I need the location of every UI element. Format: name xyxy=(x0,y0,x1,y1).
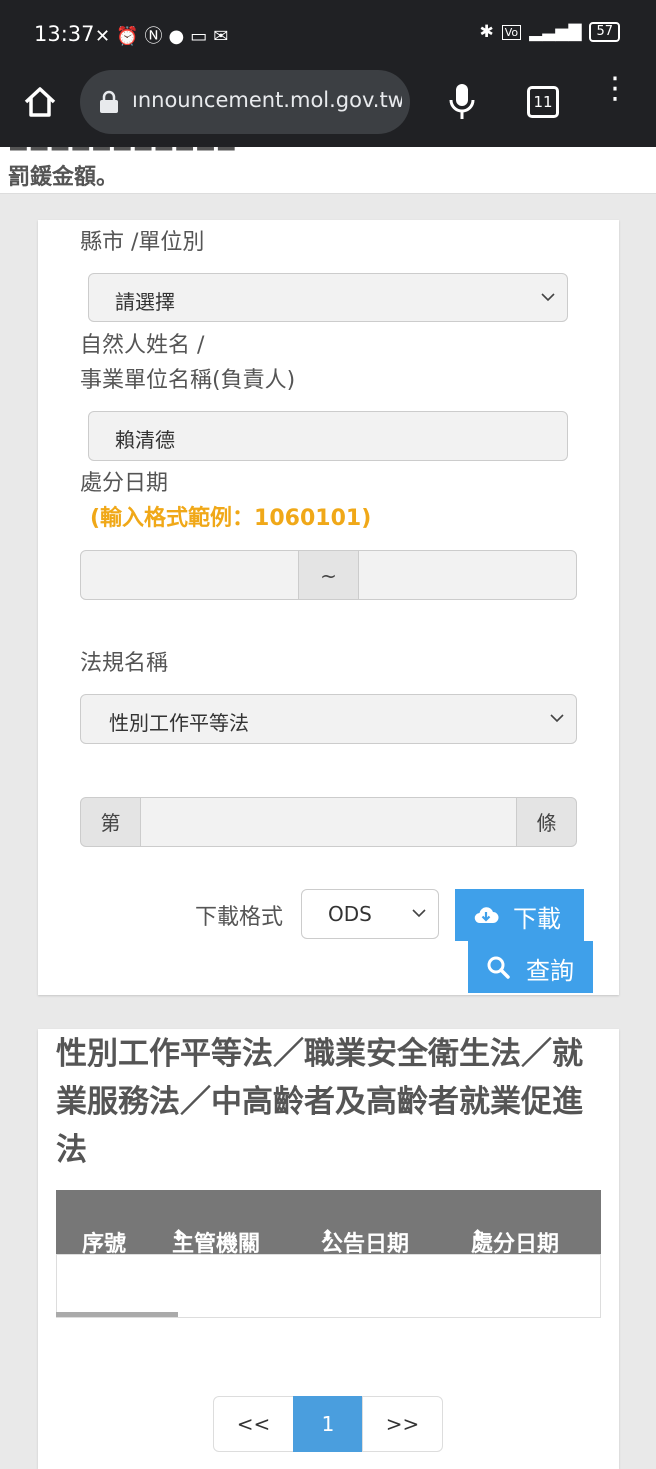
pagination-next[interactable]: >> xyxy=(362,1396,443,1452)
results-table-header: 序號 主管機關 ⬍ 公告日期 ⬍ 處分日期 ⬍ xyxy=(56,1190,601,1257)
volte-icon: Vo xyxy=(501,24,522,40)
status-bar: 13:37 ✕⏰Ⓝ●▭✉ ✱ Vo ▂▃▅▇ 57 xyxy=(0,0,656,70)
law-select[interactable]: 性別工作平等法 xyxy=(80,694,577,744)
date-end-input[interactable] xyxy=(358,550,577,600)
microphone-icon[interactable] xyxy=(448,82,476,122)
chevron-down-icon xyxy=(412,909,426,918)
law-label: 法規名稱 xyxy=(80,651,169,676)
name-label-line2: 事業單位名稱(負責人) xyxy=(80,368,296,393)
county-select[interactable]: 請選擇 xyxy=(88,273,568,322)
tab-switcher-button[interactable]: 11 xyxy=(527,86,559,118)
download-format-label: 下載格式 xyxy=(195,905,284,930)
penalty-amount-text: 罰鍰金額。 xyxy=(8,165,119,190)
search-button[interactable]: 查詢 xyxy=(468,941,593,993)
chevron-down-icon xyxy=(550,714,564,723)
status-time: 13:37 xyxy=(34,22,95,46)
bluetooth-icon: ✱ xyxy=(479,22,494,42)
download-format-select[interactable]: ODS xyxy=(301,889,439,939)
name-input[interactable]: 賴清德 xyxy=(88,411,568,461)
table-horizontal-scrollbar[interactable] xyxy=(56,1312,178,1317)
date-label: 處分日期 xyxy=(80,471,169,496)
cloud-download-icon xyxy=(474,907,499,924)
name-label: 自然人姓名 / xyxy=(80,333,205,358)
date-range-separator: ~ xyxy=(298,550,359,600)
sort-icon: ⬍ xyxy=(321,1226,335,1245)
article-prefix: 第 xyxy=(80,797,141,847)
signal-icon: ▂▃▅▇ xyxy=(529,22,582,42)
notification-icons: ✕⏰Ⓝ●▭✉ xyxy=(95,26,235,47)
results-heading: 性別工作平等法／職業安全衛生法／就業服務法／中高齡者及高齡者就業促進法 xyxy=(56,1036,583,1168)
status-right-icons: ✱ Vo ▂▃▅▇ 57 xyxy=(479,22,620,42)
date-format-hint: (輸入格式範例：1060101) xyxy=(90,506,372,531)
county-label: 縣市 /單位別 xyxy=(80,230,205,255)
url-text: ınnouncement.mol.gov.tw xyxy=(132,88,402,112)
article-input[interactable] xyxy=(140,797,517,847)
sort-icon: ⬍ xyxy=(471,1226,485,1245)
pagination-page-1[interactable]: 1 xyxy=(293,1396,363,1452)
download-button[interactable]: 下載 xyxy=(455,889,584,941)
sort-icon: ⬍ xyxy=(172,1226,186,1245)
browser-toolbar: ınnouncement.mol.gov.tw 11 ⋮ xyxy=(0,70,656,147)
battery-icon: 57 xyxy=(589,22,620,42)
pagination-prev[interactable]: << xyxy=(213,1396,294,1452)
results-table-body xyxy=(56,1254,601,1318)
lock-icon xyxy=(100,90,118,113)
search-icon xyxy=(487,956,510,979)
chevron-down-icon xyxy=(541,293,555,302)
date-start-input[interactable] xyxy=(80,550,300,600)
article-suffix: 條 xyxy=(516,797,577,847)
cut-off-text-line: ▬▬▬▬▬▬▬▬▬▬▬ xyxy=(8,147,237,158)
address-bar[interactable]: ınnouncement.mol.gov.tw xyxy=(80,70,410,134)
previous-section-text: ▬▬▬▬▬▬▬▬▬▬▬ 罰鍰金額。 xyxy=(0,147,656,194)
overflow-menu-icon[interactable]: ⋮ xyxy=(600,74,630,122)
home-icon[interactable] xyxy=(22,84,58,120)
